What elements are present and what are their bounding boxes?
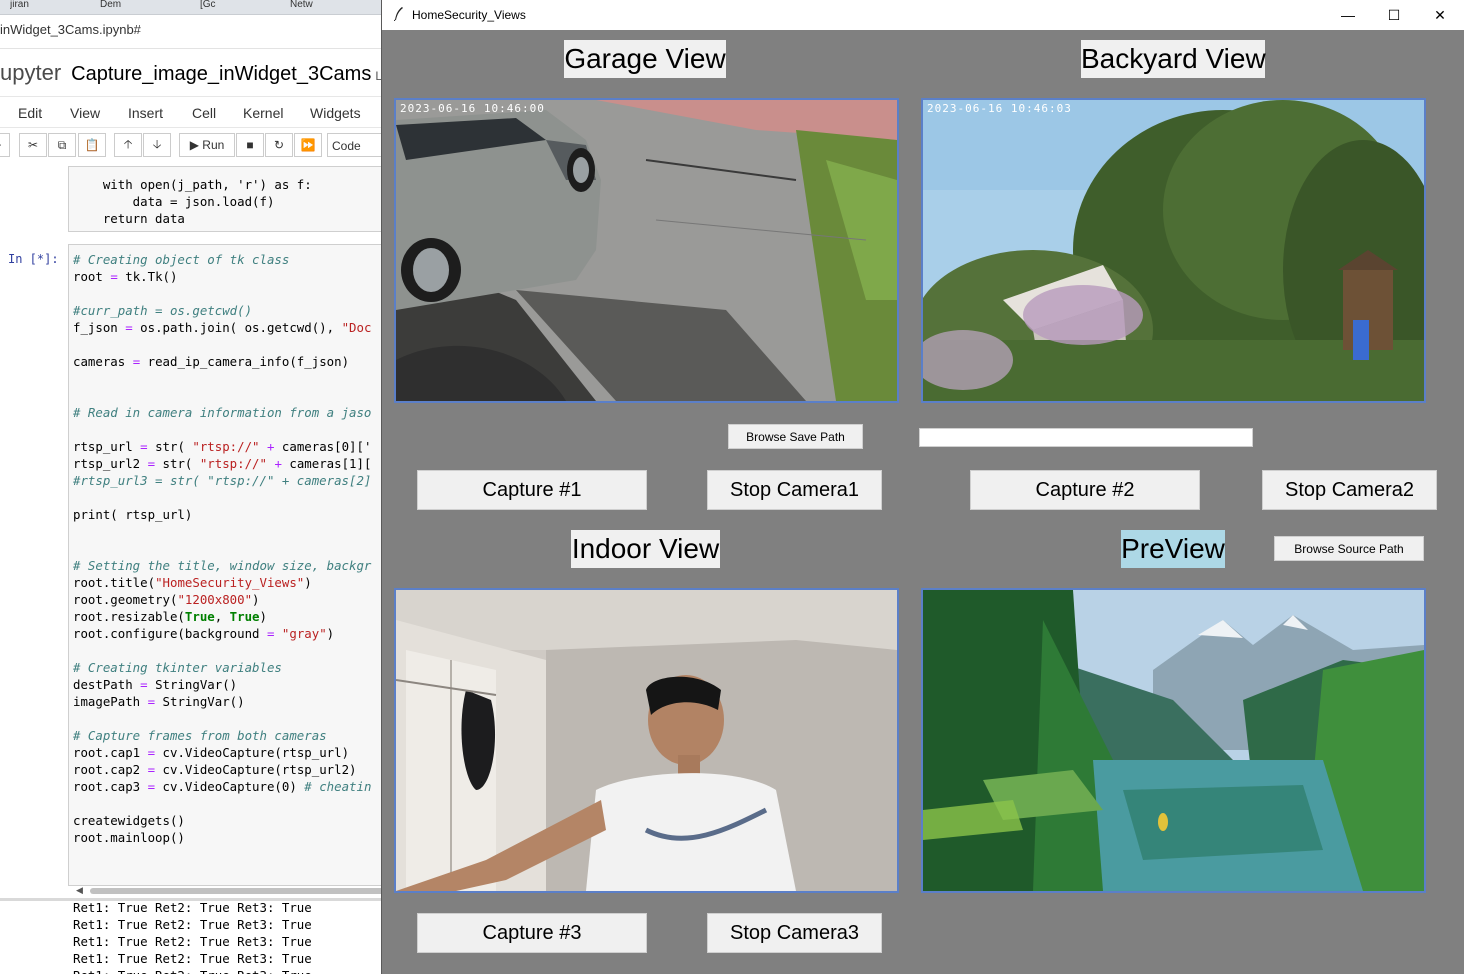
plus-icon: +	[0, 138, 2, 152]
browser-tab[interactable]: [Gc	[200, 0, 240, 14]
indoor-camera-feed	[394, 588, 899, 893]
notebook-menubar: Edit View Insert Cell Kernel Widgets	[0, 96, 382, 128]
paste-button[interactable]: 📋	[78, 133, 106, 157]
preview-label: PreView	[1121, 530, 1225, 568]
minimize-icon: —	[1341, 7, 1355, 23]
notebook-header: upyterCapture_image_inWidget_3CamsLa	[0, 60, 382, 86]
stop-icon: ■	[246, 138, 254, 152]
scroll-thumb[interactable]	[90, 888, 382, 894]
stop-camera3-button[interactable]: Stop Camera3	[707, 913, 882, 953]
backyard-view-label: Backyard View	[1081, 40, 1266, 78]
stop-camera2-button[interactable]: Stop Camera2	[1262, 470, 1437, 510]
preview-image	[921, 588, 1426, 893]
menu-view[interactable]: View	[70, 105, 100, 121]
backyard-camera-feed: 2023-06-16 10:46:03	[921, 98, 1426, 403]
garage-scene-image	[396, 100, 897, 401]
cell-type-select[interactable]: Code	[327, 133, 382, 157]
copy-icon: ⧉	[57, 137, 67, 152]
garage-view-label: Garage View	[564, 40, 726, 78]
garage-camera-feed: 2023-06-16 10:46:00	[394, 98, 899, 403]
jupyter-browser-window: jiran Dem [Gc Netw inWidget_3Cams.ipynb#…	[0, 0, 382, 974]
backyard-scene-image	[923, 100, 1424, 401]
run-label: Run	[202, 138, 225, 152]
scissors-icon: ✂	[27, 138, 39, 152]
address-bar[interactable]: inWidget_3Cams.ipynb#	[0, 22, 141, 37]
divider	[0, 48, 382, 49]
menu-cell[interactable]: Cell	[192, 105, 216, 121]
play-icon: ▶	[189, 138, 199, 152]
browser-tab[interactable]: Netw	[290, 0, 340, 14]
landscape-preview-image	[923, 590, 1424, 891]
cell-output: Ret1: True Ret2: True Ret3: True Ret1: T…	[73, 900, 312, 974]
save-path-field[interactable]	[919, 428, 1253, 447]
maximize-icon: ☐	[1387, 6, 1401, 23]
window-titlebar[interactable]: HomeSecurity_Views — ☐ ✕	[382, 0, 1464, 30]
arrow-up-icon: 🡡	[123, 136, 133, 151]
menu-widgets[interactable]: Widgets	[310, 105, 361, 121]
arrow-down-icon: 🡣	[152, 136, 162, 151]
restart-run-all-button[interactable]: ⏩	[294, 133, 322, 157]
scroll-left-icon[interactable]: ◀	[76, 885, 83, 896]
notebook-name[interactable]: Capture_image_inWidget_3Cams	[71, 63, 371, 85]
capture-1-button[interactable]: Capture #1	[417, 470, 647, 510]
fast-forward-icon: ⏩	[300, 138, 316, 152]
restart-icon: ↻	[273, 138, 285, 152]
notebook-toolbar: + ✂ ⧉ 📋 🡡 🡣 ▶ Run ■ ↻ ⏩ Code	[0, 133, 382, 159]
minimize-button[interactable]: —	[1325, 0, 1371, 30]
cell-source[interactable]: # Creating object of tk class root = tk.…	[69, 245, 382, 846]
capture-3-button[interactable]: Capture #3	[417, 913, 647, 953]
stop-camera1-button[interactable]: Stop Camera1	[707, 470, 882, 510]
cell-prompt: In [*]:	[8, 252, 59, 266]
menu-insert[interactable]: Insert	[128, 105, 163, 121]
indoor-view-label: Indoor View	[571, 530, 720, 568]
move-up-button[interactable]: 🡡	[114, 133, 142, 157]
close-button[interactable]: ✕	[1417, 0, 1463, 30]
camera-timestamp: 2023-06-16 10:46:00	[400, 102, 545, 115]
homesecurity-window: HomeSecurity_Views — ☐ ✕ Garage View Bac…	[381, 0, 1464, 974]
close-icon: ✕	[1434, 6, 1446, 23]
run-button[interactable]: ▶ Run	[179, 133, 235, 157]
camera-timestamp: 2023-06-16 10:46:03	[927, 102, 1072, 115]
browser-tab-strip: jiran Dem [Gc Netw	[0, 0, 382, 15]
move-down-button[interactable]: 🡣	[143, 133, 171, 157]
tk-feather-icon	[394, 7, 403, 21]
code-cell[interactable]: # Creating object of tk class root = tk.…	[68, 244, 382, 886]
code-cell[interactable]: with open(j_path, 'r') as f: data = json…	[68, 166, 382, 232]
restart-button[interactable]: ↻	[265, 133, 293, 157]
browse-source-path-button[interactable]: Browse Source Path	[1274, 536, 1424, 561]
menu-kernel[interactable]: Kernel	[243, 105, 283, 121]
horizontal-scrollbar[interactable]: ◀	[72, 885, 382, 897]
maximize-button[interactable]: ☐	[1371, 0, 1417, 30]
copy-button[interactable]: ⧉	[48, 133, 76, 157]
capture-2-button[interactable]: Capture #2	[970, 470, 1200, 510]
paste-icon: 📋	[84, 138, 100, 152]
interrupt-button[interactable]: ■	[236, 133, 264, 157]
menu-edit[interactable]: Edit	[18, 105, 42, 121]
browser-tab[interactable]: jiran	[10, 0, 60, 14]
indoor-scene-image	[396, 590, 897, 891]
jupyter-logo[interactable]: upyter	[0, 60, 61, 85]
cell-source[interactable]: with open(j_path, 'r') as f: data = json…	[69, 167, 382, 227]
browser-tab[interactable]: Dem	[100, 0, 150, 14]
add-cell-button[interactable]: +	[0, 133, 10, 157]
cut-button[interactable]: ✂	[19, 133, 47, 157]
window-title: HomeSecurity_Views	[412, 8, 526, 22]
browse-save-path-button[interactable]: Browse Save Path	[728, 424, 863, 449]
